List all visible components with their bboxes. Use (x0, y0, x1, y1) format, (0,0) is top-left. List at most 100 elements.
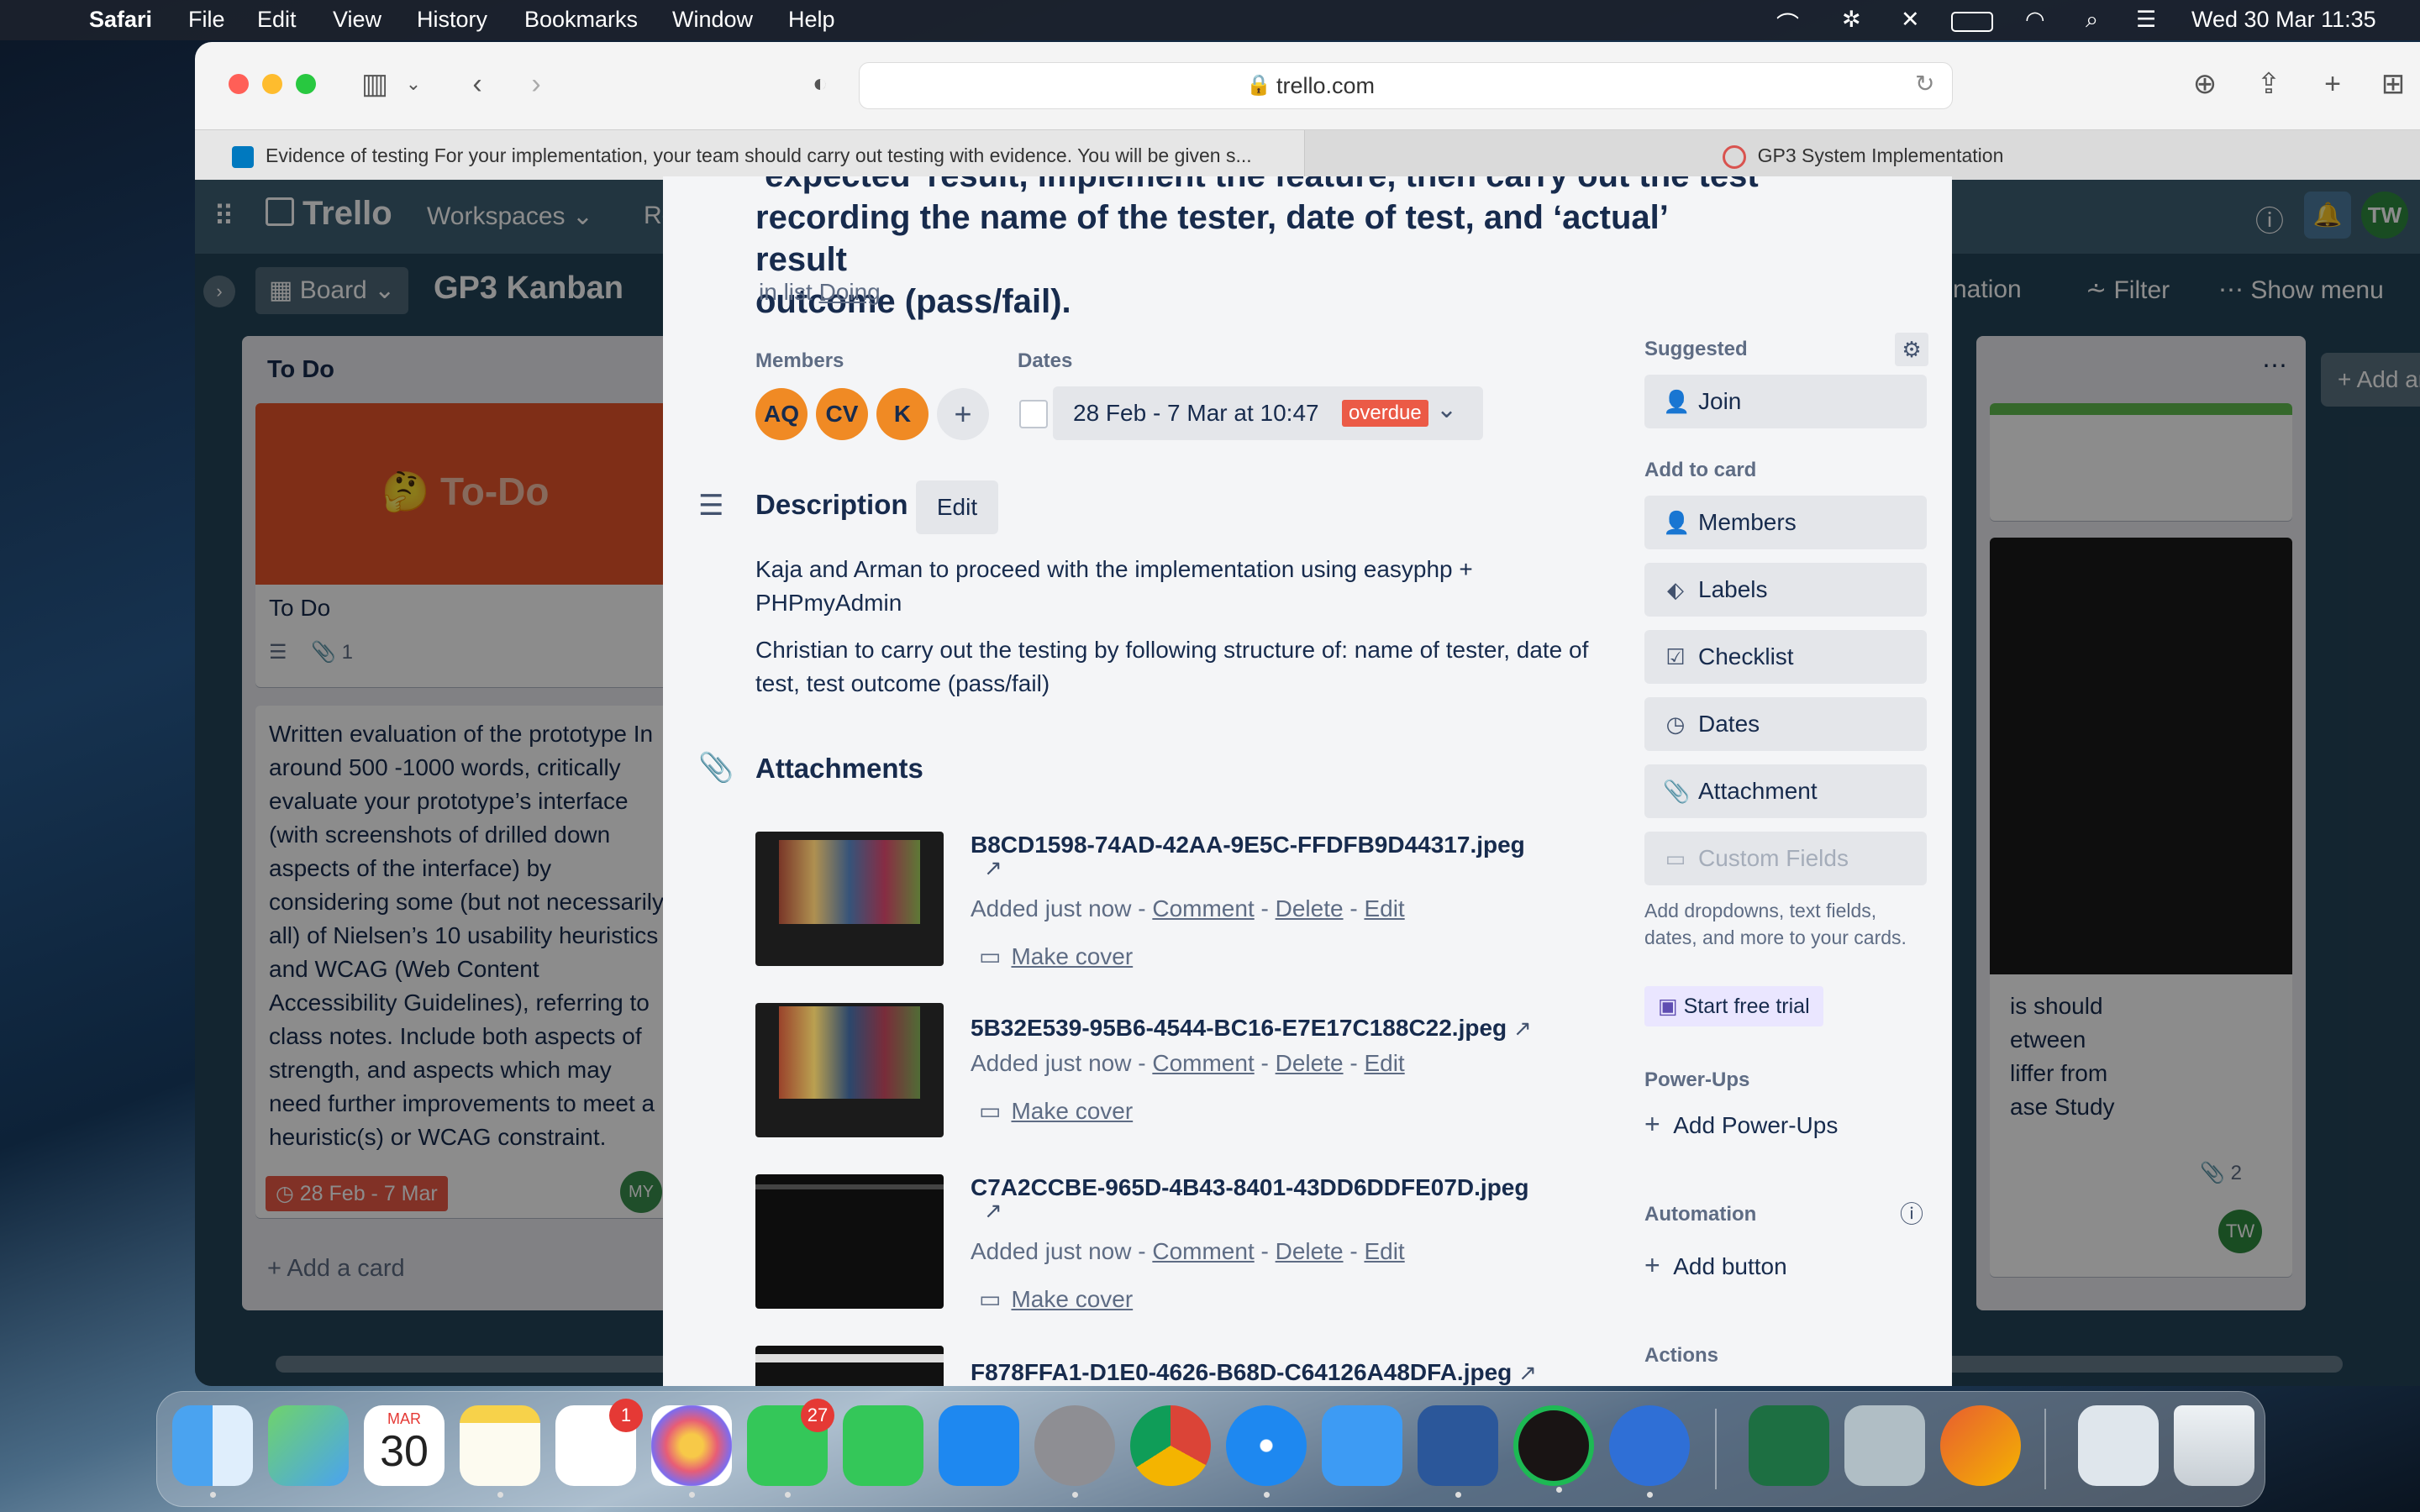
app-store-icon[interactable] (939, 1405, 1019, 1486)
spotify-app-icon[interactable] (1513, 1405, 1594, 1493)
tab-gp3-system-implementation[interactable]: GP3 System Implementation (1304, 130, 2420, 181)
cleaner-app-icon[interactable] (1940, 1405, 2021, 1486)
messages-app-icon[interactable]: 27 (747, 1399, 834, 1498)
forward-icon[interactable]: › (519, 67, 553, 101)
attachment-thumbnail[interactable] (755, 1346, 944, 1386)
attachment-thumbnail[interactable] (755, 1003, 944, 1137)
downloads-icon[interactable]: ⊕ (2186, 67, 2223, 101)
menu-bookmarks[interactable]: Bookmarks (524, 7, 638, 33)
edit-description-button[interactable]: Edit (916, 480, 998, 534)
card-title[interactable]: ‘expected’ result, implement the feature… (755, 176, 1764, 323)
menu-view[interactable]: View (333, 7, 381, 33)
notes-app-icon[interactable] (460, 1405, 540, 1498)
delete-link[interactable]: Delete (1276, 1050, 1344, 1076)
chrome-app-icon[interactable] (1130, 1405, 1211, 1486)
checklist-button[interactable]: ☑ Checklist (1644, 630, 1927, 684)
custom-fields-button[interactable]: ▭ Custom Fields (1644, 832, 1927, 885)
control-center-icon[interactable]: ☰ (2136, 7, 2156, 33)
attachment-name[interactable]: F878FFA1-D1E0-4626-B68D-C64126A48DFA.jpe… (971, 1359, 1537, 1386)
maps-app-icon[interactable] (268, 1405, 349, 1486)
preview-app-icon[interactable] (1844, 1405, 1925, 1486)
menu-edit[interactable]: Edit (257, 7, 297, 33)
battery-icon[interactable] (1951, 12, 1993, 32)
comment-link[interactable]: Comment (1152, 1238, 1254, 1264)
mail-app-icon[interactable] (1322, 1405, 1402, 1486)
vpn-app-icon[interactable] (1609, 1405, 1690, 1498)
zoom-window-button[interactable] (296, 74, 316, 94)
bluetooth-icon[interactable]: ✕ (1901, 7, 1920, 33)
make-cover-button[interactable]: ▭ Make cover (979, 1097, 1133, 1125)
reminders-app-icon[interactable]: 1 (555, 1399, 643, 1486)
trash-icon[interactable] (2174, 1405, 2254, 1486)
word-app-icon[interactable] (1418, 1405, 1498, 1498)
attachment-name[interactable]: C7A2CCBE-965D-4B43-8401-43DD6DDFE07D.jpe… (971, 1174, 1528, 1201)
excel-app-icon[interactable] (1749, 1405, 1829, 1486)
downloads-stack-icon[interactable] (2078, 1405, 2159, 1486)
delete-link[interactable]: Delete (1276, 1238, 1344, 1264)
minimize-window-button[interactable] (262, 74, 282, 94)
photos-app-icon[interactable] (651, 1405, 732, 1498)
dates-button[interactable]: 28 Feb - 7 Mar at 10:47 overdue ⌄ (1053, 386, 1483, 440)
edit-link[interactable]: Edit (1364, 1050, 1404, 1076)
edit-link[interactable]: Edit (1364, 1238, 1404, 1264)
system-preferences-icon[interactable] (1034, 1405, 1115, 1498)
open-external-icon[interactable]: ↗ (984, 1198, 1002, 1224)
menu-app-name[interactable]: Safari (89, 7, 152, 33)
finder-app-icon[interactable] (172, 1405, 253, 1498)
in-list-link[interactable]: Doing (819, 279, 881, 305)
new-tab-icon[interactable]: + (2314, 67, 2351, 101)
make-cover-button[interactable]: ▭ Make cover (979, 1285, 1133, 1313)
attachment-name[interactable]: 5B32E539-95B6-4544-BC16-E7E17C188C22.jpe… (971, 1015, 1532, 1042)
member-avatar-aq[interactable]: AQ (755, 388, 808, 440)
tab-evidence-of-testing[interactable]: Evidence of testing For your implementat… (232, 130, 1257, 181)
dates-sidebar-button[interactable]: ◷ Dates (1644, 697, 1927, 751)
back-icon[interactable]: ‹ (460, 67, 494, 101)
member-avatar-k[interactable]: K (876, 388, 929, 440)
members-button[interactable]: 👤 Members (1644, 496, 1927, 549)
facetime-app-icon[interactable] (843, 1405, 923, 1486)
address-bar[interactable]: 🔒 trello.com ↻ (859, 62, 1953, 109)
menu-window[interactable]: Window (672, 7, 753, 33)
info-icon[interactable]: ⓘ (1895, 1198, 1928, 1231)
menu-file[interactable]: File (188, 7, 225, 33)
chevron-down-icon[interactable]: ⌄ (403, 67, 424, 101)
share-icon[interactable]: ⇪ (2250, 67, 2287, 101)
open-external-icon[interactable]: ↗ (1513, 1016, 1532, 1041)
close-window-button[interactable] (229, 74, 249, 94)
card-cover-icon: ▭ (979, 1098, 1002, 1124)
safari-app-icon[interactable] (1226, 1405, 1307, 1498)
labels-button[interactable]: ⬖ Labels (1644, 563, 1927, 617)
spotlight-icon[interactable]: ⌕ (2086, 7, 2098, 34)
comment-link[interactable]: Comment (1152, 1050, 1254, 1076)
menu-clock[interactable]: Wed 30 Mar 11:35 (2191, 7, 2376, 33)
attachment-thumbnail[interactable] (755, 832, 944, 966)
attachment-thumbnail[interactable] (755, 1174, 944, 1309)
edit-link[interactable]: Edit (1364, 895, 1404, 921)
reload-icon[interactable]: ↻ (1915, 70, 1934, 97)
menu-history[interactable]: History (417, 7, 487, 33)
attachment-name[interactable]: B8CD1598-74AD-42AA-9E5C-FFDFB9D44317.jpe… (971, 832, 1525, 858)
attachment-button[interactable]: 📎 Attachment (1644, 764, 1927, 818)
make-cover-button[interactable]: ▭ Make cover (979, 942, 1133, 970)
add-member-icon[interactable]: + (937, 388, 989, 440)
member-avatar-cv[interactable]: CV (816, 388, 868, 440)
sync-icon[interactable]: ✲ (1842, 7, 1861, 33)
wifi-icon[interactable]: ◠ (2025, 7, 2045, 33)
settings-gear-icon[interactable]: ⚙ (1895, 333, 1928, 366)
sidebar-toggle-icon[interactable]: ▥ (356, 67, 393, 101)
tab-overview-icon[interactable]: ⊞ (2375, 67, 2412, 101)
comment-link[interactable]: Comment (1152, 895, 1254, 921)
add-powerups-button[interactable]: + Add Power-Ups (1644, 1109, 1838, 1140)
date-complete-checkbox[interactable] (1019, 400, 1048, 428)
open-external-icon[interactable]: ↗ (1518, 1360, 1537, 1385)
join-button[interactable]: 👤 Join (1644, 375, 1927, 428)
open-external-icon[interactable]: ↗ (984, 855, 1002, 881)
start-free-trial-button[interactable]: ▣ Start free trial (1644, 986, 1823, 1026)
calendar-app-icon[interactable]: MAR 30 (364, 1405, 445, 1486)
overdue-badge: overdue (1342, 400, 1428, 427)
creative-cloud-icon[interactable]: ⌒ (1776, 7, 1799, 39)
add-automation-button[interactable]: + Add button (1644, 1250, 1787, 1281)
delete-link[interactable]: Delete (1276, 895, 1344, 921)
privacy-shield-icon[interactable]: ◐ (803, 67, 837, 101)
menu-help[interactable]: Help (788, 7, 835, 33)
